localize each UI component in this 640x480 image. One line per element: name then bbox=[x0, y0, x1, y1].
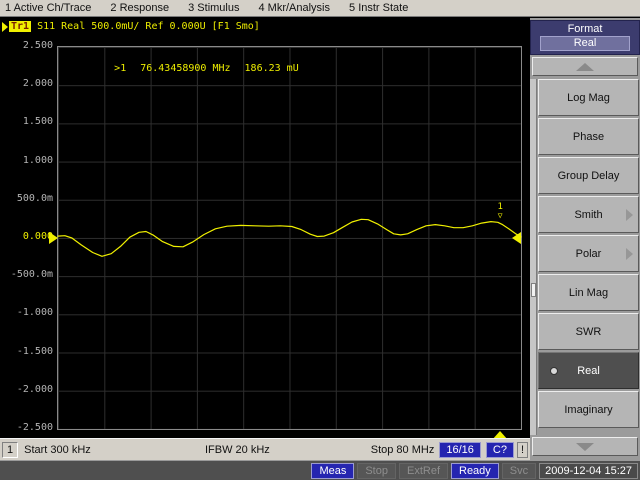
menu-response[interactable]: 2 Response bbox=[110, 2, 169, 14]
status-meas: Meas bbox=[311, 462, 355, 479]
up-arrow-icon bbox=[576, 62, 594, 71]
menu-stimulus[interactable]: 3 Stimulus bbox=[188, 2, 239, 14]
instrument-status-bar: Meas Stop ExtRef Ready Svc 2009-12-04 15… bbox=[0, 460, 640, 480]
status-extref: ExtRef bbox=[398, 462, 448, 479]
softkey-label: Real bbox=[577, 364, 600, 377]
ref-level-left-icon bbox=[49, 232, 58, 244]
status-stop: Stop bbox=[357, 462, 396, 479]
correction-badge: C? bbox=[485, 441, 514, 458]
menu-mkr-analysis[interactable]: 4 Mkr/Analysis bbox=[258, 2, 330, 14]
menu-active-ch-trace[interactable]: 1 Active Ch/Trace bbox=[5, 2, 91, 14]
trace-svg bbox=[57, 218, 522, 257]
ref-level-right-icon bbox=[512, 232, 521, 244]
y-tick: -500.0m bbox=[10, 269, 53, 280]
y-tick: 2.500 bbox=[22, 40, 53, 51]
trace-line bbox=[57, 218, 522, 257]
y-tick: 500.0m bbox=[16, 193, 53, 204]
softkey-menu-title: Format bbox=[567, 23, 603, 35]
ifbw-label: IFBW 20 kHz bbox=[205, 443, 270, 456]
y-tick: 1.000 bbox=[22, 155, 53, 166]
softkey-scroll-down-button[interactable] bbox=[532, 437, 638, 456]
y-tick: -2.500 bbox=[16, 422, 53, 433]
softkey-lin-mag[interactable]: Lin Mag bbox=[538, 274, 639, 311]
start-frequency-label: Start 300 kHz bbox=[24, 443, 91, 456]
marker-1-triangle-icon: ▽ bbox=[497, 210, 503, 220]
y-tick-reference: 0.000 bbox=[22, 231, 53, 242]
softkey-label: Log Mag bbox=[567, 91, 610, 104]
down-arrow-icon bbox=[576, 442, 594, 451]
softkey-label: Group Delay bbox=[557, 169, 620, 182]
softkey-label: SWR bbox=[575, 325, 602, 338]
status-svc: Svc bbox=[501, 462, 537, 479]
softkey-smith[interactable]: Smith bbox=[538, 196, 639, 233]
marker-1: 1 ▽ bbox=[494, 202, 506, 220]
softkey-log-mag[interactable]: Log Mag bbox=[538, 79, 639, 116]
display-area: Tr1 S11 Real 500.0mU/ Ref 0.000U [F1 Smo… bbox=[0, 18, 530, 440]
softkey-label: Imaginary bbox=[564, 403, 613, 416]
menu-bar: 1 Active Ch/Trace 2 Response 3 Stimulus … bbox=[0, 0, 640, 17]
softkey-phase[interactable]: Phase bbox=[538, 118, 639, 155]
trace-header-text: S11 Real 500.0mU/ Ref 0.000U [F1 Smo] bbox=[37, 21, 260, 32]
graticule-plot: >1 76.43458900 MHz 186.23 mU 1 ▽ bbox=[49, 46, 522, 440]
channel-status-bar: 1 Start 300 kHz IFBW 20 kHz Stop 80 MHz … bbox=[0, 438, 530, 460]
softkey-label: Lin Mag bbox=[568, 286, 609, 299]
softkey-header: Format Real bbox=[530, 20, 640, 55]
menu-instr-state[interactable]: 5 Instr State bbox=[349, 2, 408, 14]
y-tick: -2.000 bbox=[16, 384, 53, 395]
softkey-polar[interactable]: Polar bbox=[538, 235, 639, 272]
points-badge: 16/16 bbox=[439, 441, 481, 458]
y-tick: 1.500 bbox=[22, 116, 53, 127]
warning-badge: ! bbox=[516, 441, 528, 458]
y-axis-labels: 2.500 2.000 1.500 1.000 500.0m 0.000 -50… bbox=[0, 40, 53, 433]
submenu-arrow-icon bbox=[626, 247, 633, 260]
trace-header: Tr1 S11 Real 500.0mU/ Ref 0.000U [F1 Smo… bbox=[2, 21, 260, 32]
softkey-real[interactable]: Real bbox=[538, 352, 639, 389]
trace-name-badge[interactable]: Tr1 bbox=[9, 21, 32, 32]
channel-bar-right: Stop 80 MHz 16/16 C? ! bbox=[363, 441, 528, 458]
softkey-group-delay[interactable]: Group Delay bbox=[538, 157, 639, 194]
softkey-label: Phase bbox=[572, 130, 605, 143]
stop-frequency-label: Stop 80 MHz bbox=[370, 443, 435, 456]
softkey-label: Polar bbox=[575, 247, 602, 260]
status-datetime: 2009-12-04 15:27 bbox=[539, 462, 638, 479]
instrument-screen: 1 Active Ch/Trace 2 Response 3 Stimulus … bbox=[0, 0, 640, 480]
y-tick: 2.000 bbox=[22, 78, 53, 89]
y-tick: -1.000 bbox=[16, 307, 53, 318]
active-trace-arrow-icon bbox=[2, 21, 8, 32]
softkey-current-value: Real bbox=[540, 36, 630, 51]
submenu-arrow-icon bbox=[626, 208, 633, 221]
scrollbar-thumb[interactable] bbox=[531, 283, 536, 297]
softkey-scrollbar[interactable] bbox=[530, 79, 537, 435]
status-ready: Ready bbox=[451, 462, 499, 479]
selected-radio-icon bbox=[550, 366, 558, 375]
channel-number-box: 1 bbox=[2, 441, 19, 458]
softkey-swr[interactable]: SWR bbox=[538, 313, 639, 350]
y-tick: -1.500 bbox=[16, 346, 53, 357]
softkey-label: Smith bbox=[574, 208, 603, 221]
softkey-imaginary[interactable]: Imaginary bbox=[538, 391, 639, 428]
softkey-sidebar: Format Real Log Mag Phase Group Delay Sm… bbox=[530, 18, 640, 460]
softkey-list: Log Mag Phase Group Delay Smith Polar Li… bbox=[538, 79, 639, 430]
softkey-scroll-up-button[interactable] bbox=[532, 57, 638, 76]
